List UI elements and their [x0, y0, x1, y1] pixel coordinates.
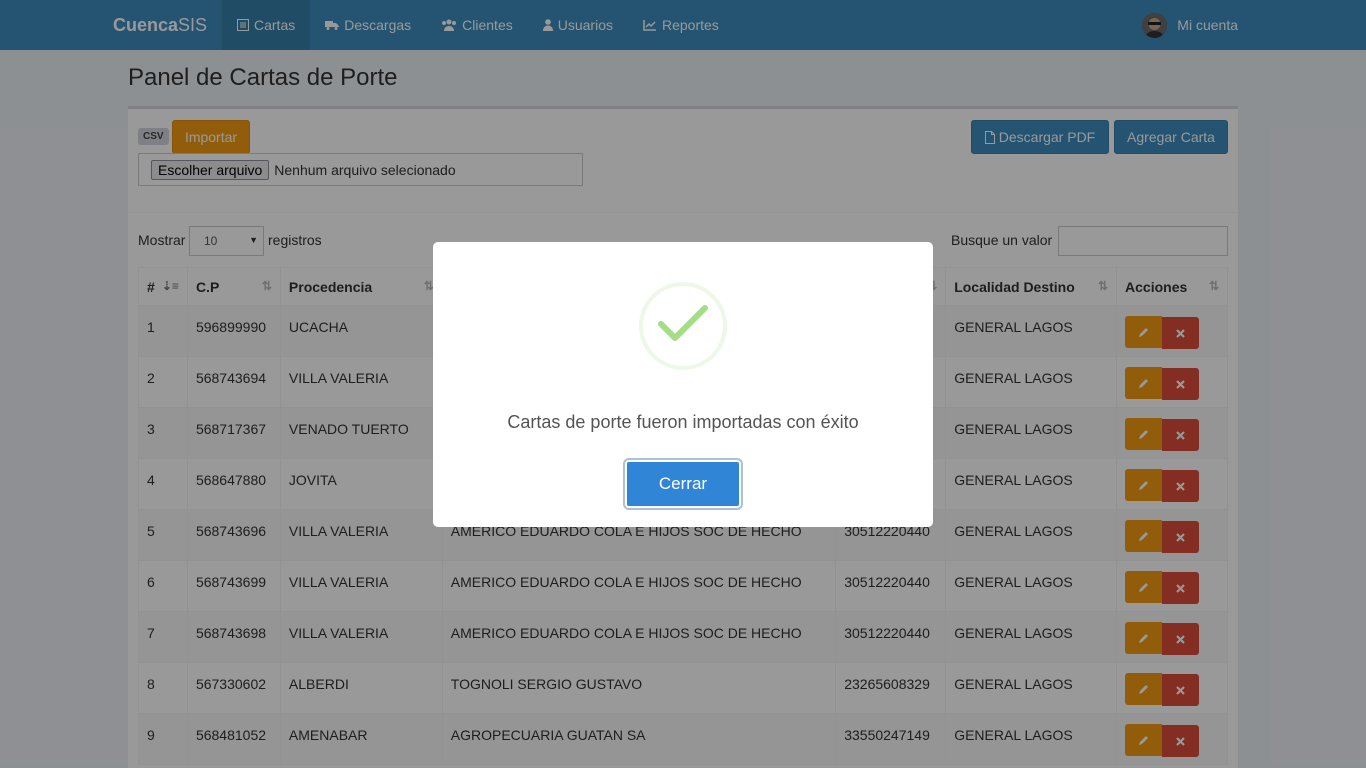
success-check-icon — [639, 282, 727, 370]
close-button[interactable]: Cerrar — [625, 460, 741, 508]
success-dialog: Cartas de porte fueron importadas con éx… — [433, 242, 933, 527]
dialog-message: Cartas de porte fueron importadas con éx… — [507, 412, 859, 432]
